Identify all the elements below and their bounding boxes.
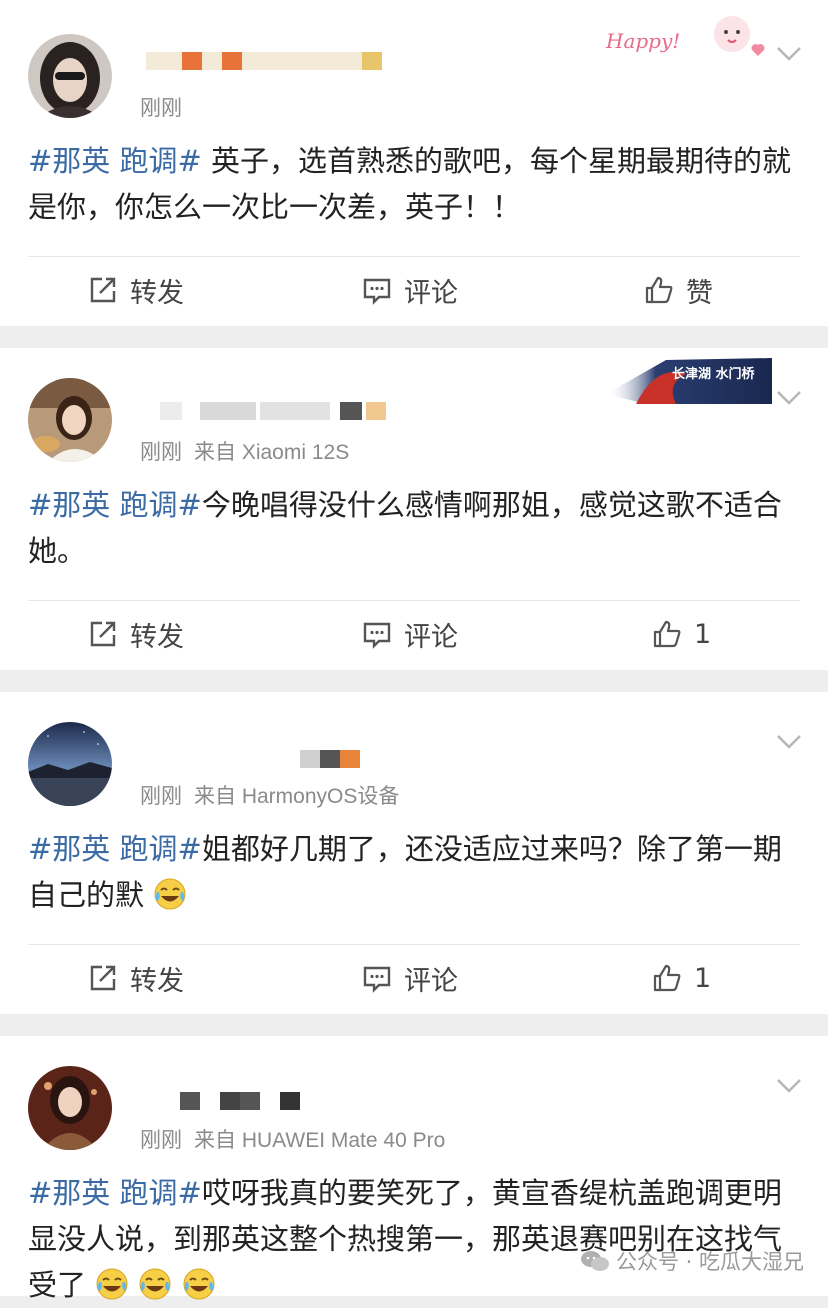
post-source: 来自 HarmonyOS设备	[194, 785, 400, 808]
post-time: 刚刚	[140, 441, 182, 464]
sticker-text: Happy!	[605, 29, 680, 53]
avatar[interactable]	[28, 378, 112, 462]
chevron-down-icon[interactable]	[776, 734, 802, 750]
chevron-down-icon[interactable]	[776, 1078, 802, 1094]
post-text: #那英 跑调#姐都好几期了，还没适应过来吗？除了第一期自己的默	[28, 826, 800, 918]
post-meta: 刚刚 来自 HUAWEI Mate 40 Pro	[140, 1124, 445, 1154]
post-meta: 刚刚	[140, 92, 182, 122]
hashtag-link[interactable]: #那英 跑调#	[28, 1176, 202, 1210]
happy-sticker-decoration: Happy!	[602, 10, 772, 66]
post-text: #那英 跑调#哎呀我真的要笑死了，黄宣香缇杭盖跑调更明显没人说，到那英这整个热搜…	[28, 1170, 800, 1308]
hashtag-link[interactable]: #那英 跑调#	[28, 832, 202, 866]
repost-icon	[90, 621, 116, 647]
action-bar: 转发 评论 赞	[0, 260, 828, 320]
comment-button[interactable]: 评论	[362, 260, 458, 320]
repost-button[interactable]: 转发	[88, 948, 184, 1008]
post-meta: 刚刚 来自 Xiaomi 12S	[140, 436, 349, 466]
like-count: 1	[694, 962, 712, 994]
post-meta: 刚刚 来自 HarmonyOS设备	[140, 780, 399, 810]
post-time: 刚刚	[140, 785, 182, 808]
username-redacted[interactable]	[180, 1092, 310, 1114]
comment-label: 评论	[404, 277, 458, 309]
comment-icon	[363, 278, 391, 305]
repost-icon	[90, 277, 116, 303]
like-icon	[645, 276, 673, 304]
comment-button[interactable]: 评论	[362, 948, 458, 1008]
post-source: 来自 HUAWEI Mate 40 Pro	[194, 1129, 446, 1152]
wechat-icon	[580, 1251, 609, 1271]
avatar[interactable]	[28, 34, 112, 118]
hashtag-link[interactable]: #那英 跑调#	[28, 488, 202, 522]
repost-label: 转发	[130, 621, 184, 653]
divider	[28, 600, 800, 601]
post-time: 刚刚	[140, 97, 182, 120]
like-icon	[653, 620, 681, 648]
post-time: 刚刚	[140, 1129, 182, 1152]
comment-label: 评论	[404, 621, 458, 653]
post-source: 来自 Xiaomi 12S	[194, 441, 350, 464]
action-bar: 转发 评论 1	[0, 604, 828, 664]
like-button[interactable]: 1	[652, 604, 711, 664]
username-redacted[interactable]	[160, 402, 390, 424]
post-card-2: 刚刚 来自 Xiaomi 12S 长津湖 水门桥 #那英 跑调#今晚唱得没什么感情…	[0, 348, 828, 670]
action-bar: 转发 评论 1	[0, 948, 828, 1008]
watermark-text: 公众号 · 吃瓜大湿兄	[615, 1250, 804, 1274]
laugh-cry-emoji	[154, 878, 186, 910]
comment-button[interactable]: 评论	[362, 604, 458, 664]
movie-banner-decoration: 长津湖 水门桥	[606, 354, 772, 408]
avatar[interactable]	[28, 722, 112, 806]
post-card-1: 刚刚 Happy! #那英 跑调# 英子，选首熟悉的歌吧，每个星期最期待的就是你…	[0, 0, 828, 326]
repost-button[interactable]: 转发	[88, 260, 184, 320]
like-label: 赞	[686, 277, 713, 309]
hashtag-link[interactable]: #那英 跑调#	[28, 144, 202, 178]
divider	[28, 256, 800, 257]
avatar[interactable]	[28, 1066, 112, 1150]
repost-button[interactable]: 转发	[88, 604, 184, 664]
like-button[interactable]: 赞	[644, 260, 713, 320]
comment-label: 评论	[404, 965, 458, 997]
post-text: #那英 跑调# 英子，选首熟悉的歌吧，每个星期最期待的就是你，你怎么一次比一次差…	[28, 138, 800, 230]
repost-icon	[90, 965, 116, 991]
username-redacted[interactable]	[300, 750, 370, 772]
like-button[interactable]: 1	[652, 948, 711, 1008]
divider	[28, 944, 800, 945]
like-count: 1	[694, 618, 712, 650]
comment-icon	[363, 622, 391, 649]
post-card-3: 刚刚 来自 HarmonyOS设备 #那英 跑调#姐都好几期了，还没适应过来吗？除…	[0, 692, 828, 1014]
repost-label: 转发	[130, 277, 184, 309]
username-redacted[interactable]	[146, 52, 386, 74]
chevron-down-icon[interactable]	[776, 46, 802, 62]
comment-icon	[363, 966, 391, 993]
watermark: 公众号 · 吃瓜大湿兄	[580, 1246, 804, 1276]
like-icon	[653, 964, 681, 992]
repost-label: 转发	[130, 965, 184, 997]
chevron-down-icon[interactable]	[776, 390, 802, 406]
post-text: #那英 跑调#今晚唱得没什么感情啊那姐，感觉这歌不适合她。	[28, 482, 800, 574]
banner-text: 长津湖 水门桥	[672, 366, 756, 382]
